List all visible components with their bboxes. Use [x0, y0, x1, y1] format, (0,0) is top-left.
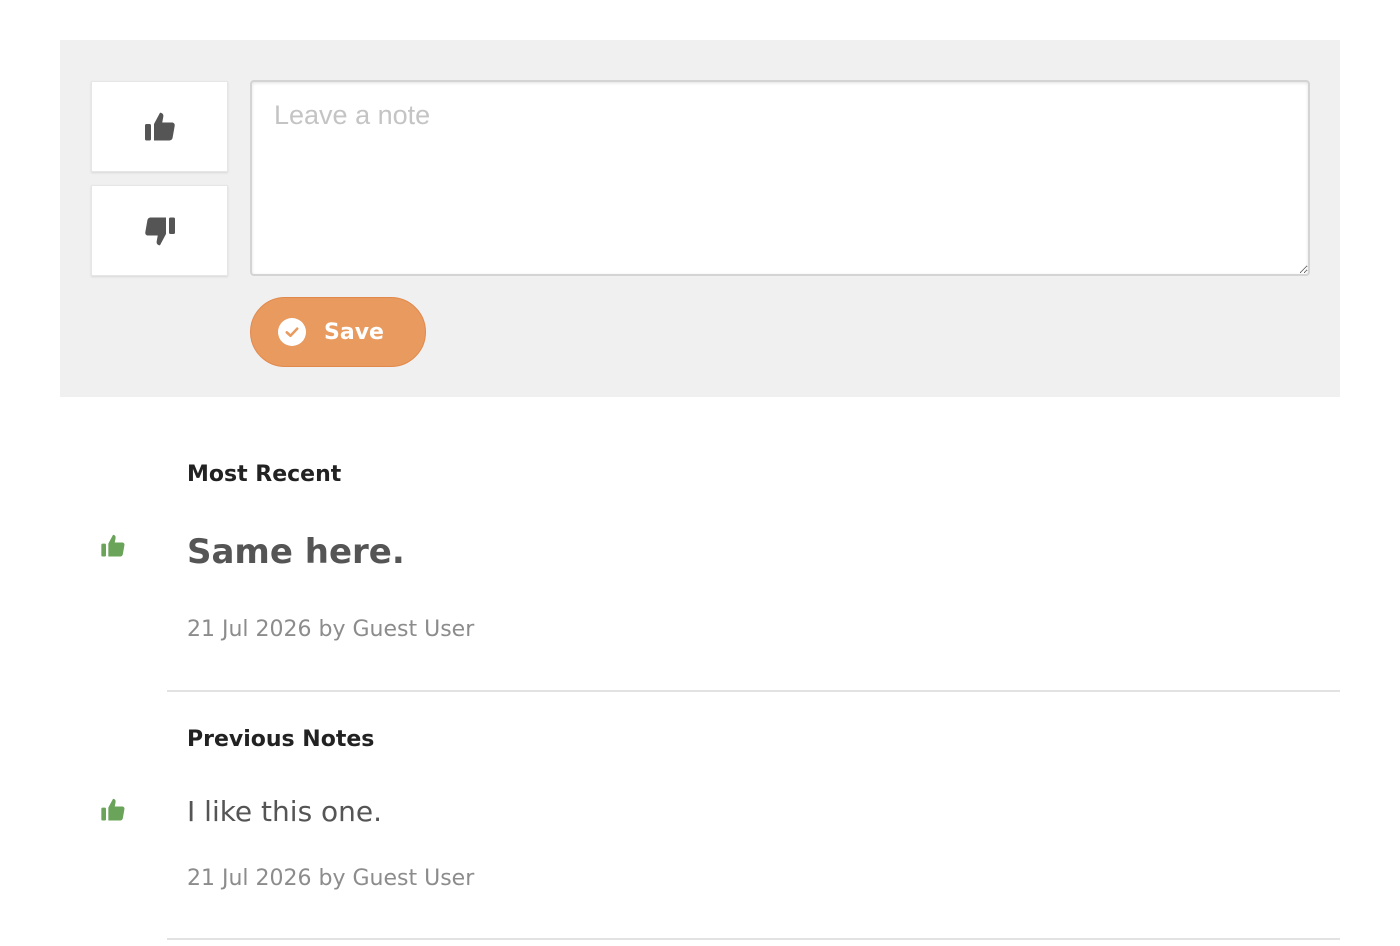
thumbs-up-icon — [101, 534, 125, 557]
save-button-label: Save — [324, 319, 384, 345]
thumbs-up-icon — [101, 798, 125, 821]
check-circle-icon — [278, 318, 306, 346]
note-input[interactable] — [250, 80, 1310, 276]
most-recent-heading: Most Recent — [187, 462, 342, 487]
thumbs-up-icon — [144, 112, 175, 140]
thumbs-down-icon — [144, 217, 175, 245]
recent-note-meta: 21 Jul 2026 by Guest User — [187, 617, 475, 642]
thumbs-up-button[interactable] — [91, 81, 228, 172]
divider — [167, 690, 1340, 692]
recent-note-text: Same here. — [187, 532, 405, 572]
divider — [167, 938, 1340, 940]
previous-note-text: I like this one. — [187, 795, 383, 828]
previous-note-meta: 21 Jul 2026 by Guest User — [187, 866, 475, 891]
save-button[interactable]: Save — [250, 297, 426, 367]
note-editor-panel: Save — [60, 40, 1340, 397]
thumbs-down-button[interactable] — [91, 185, 228, 276]
previous-notes-heading: Previous Notes — [187, 727, 375, 752]
